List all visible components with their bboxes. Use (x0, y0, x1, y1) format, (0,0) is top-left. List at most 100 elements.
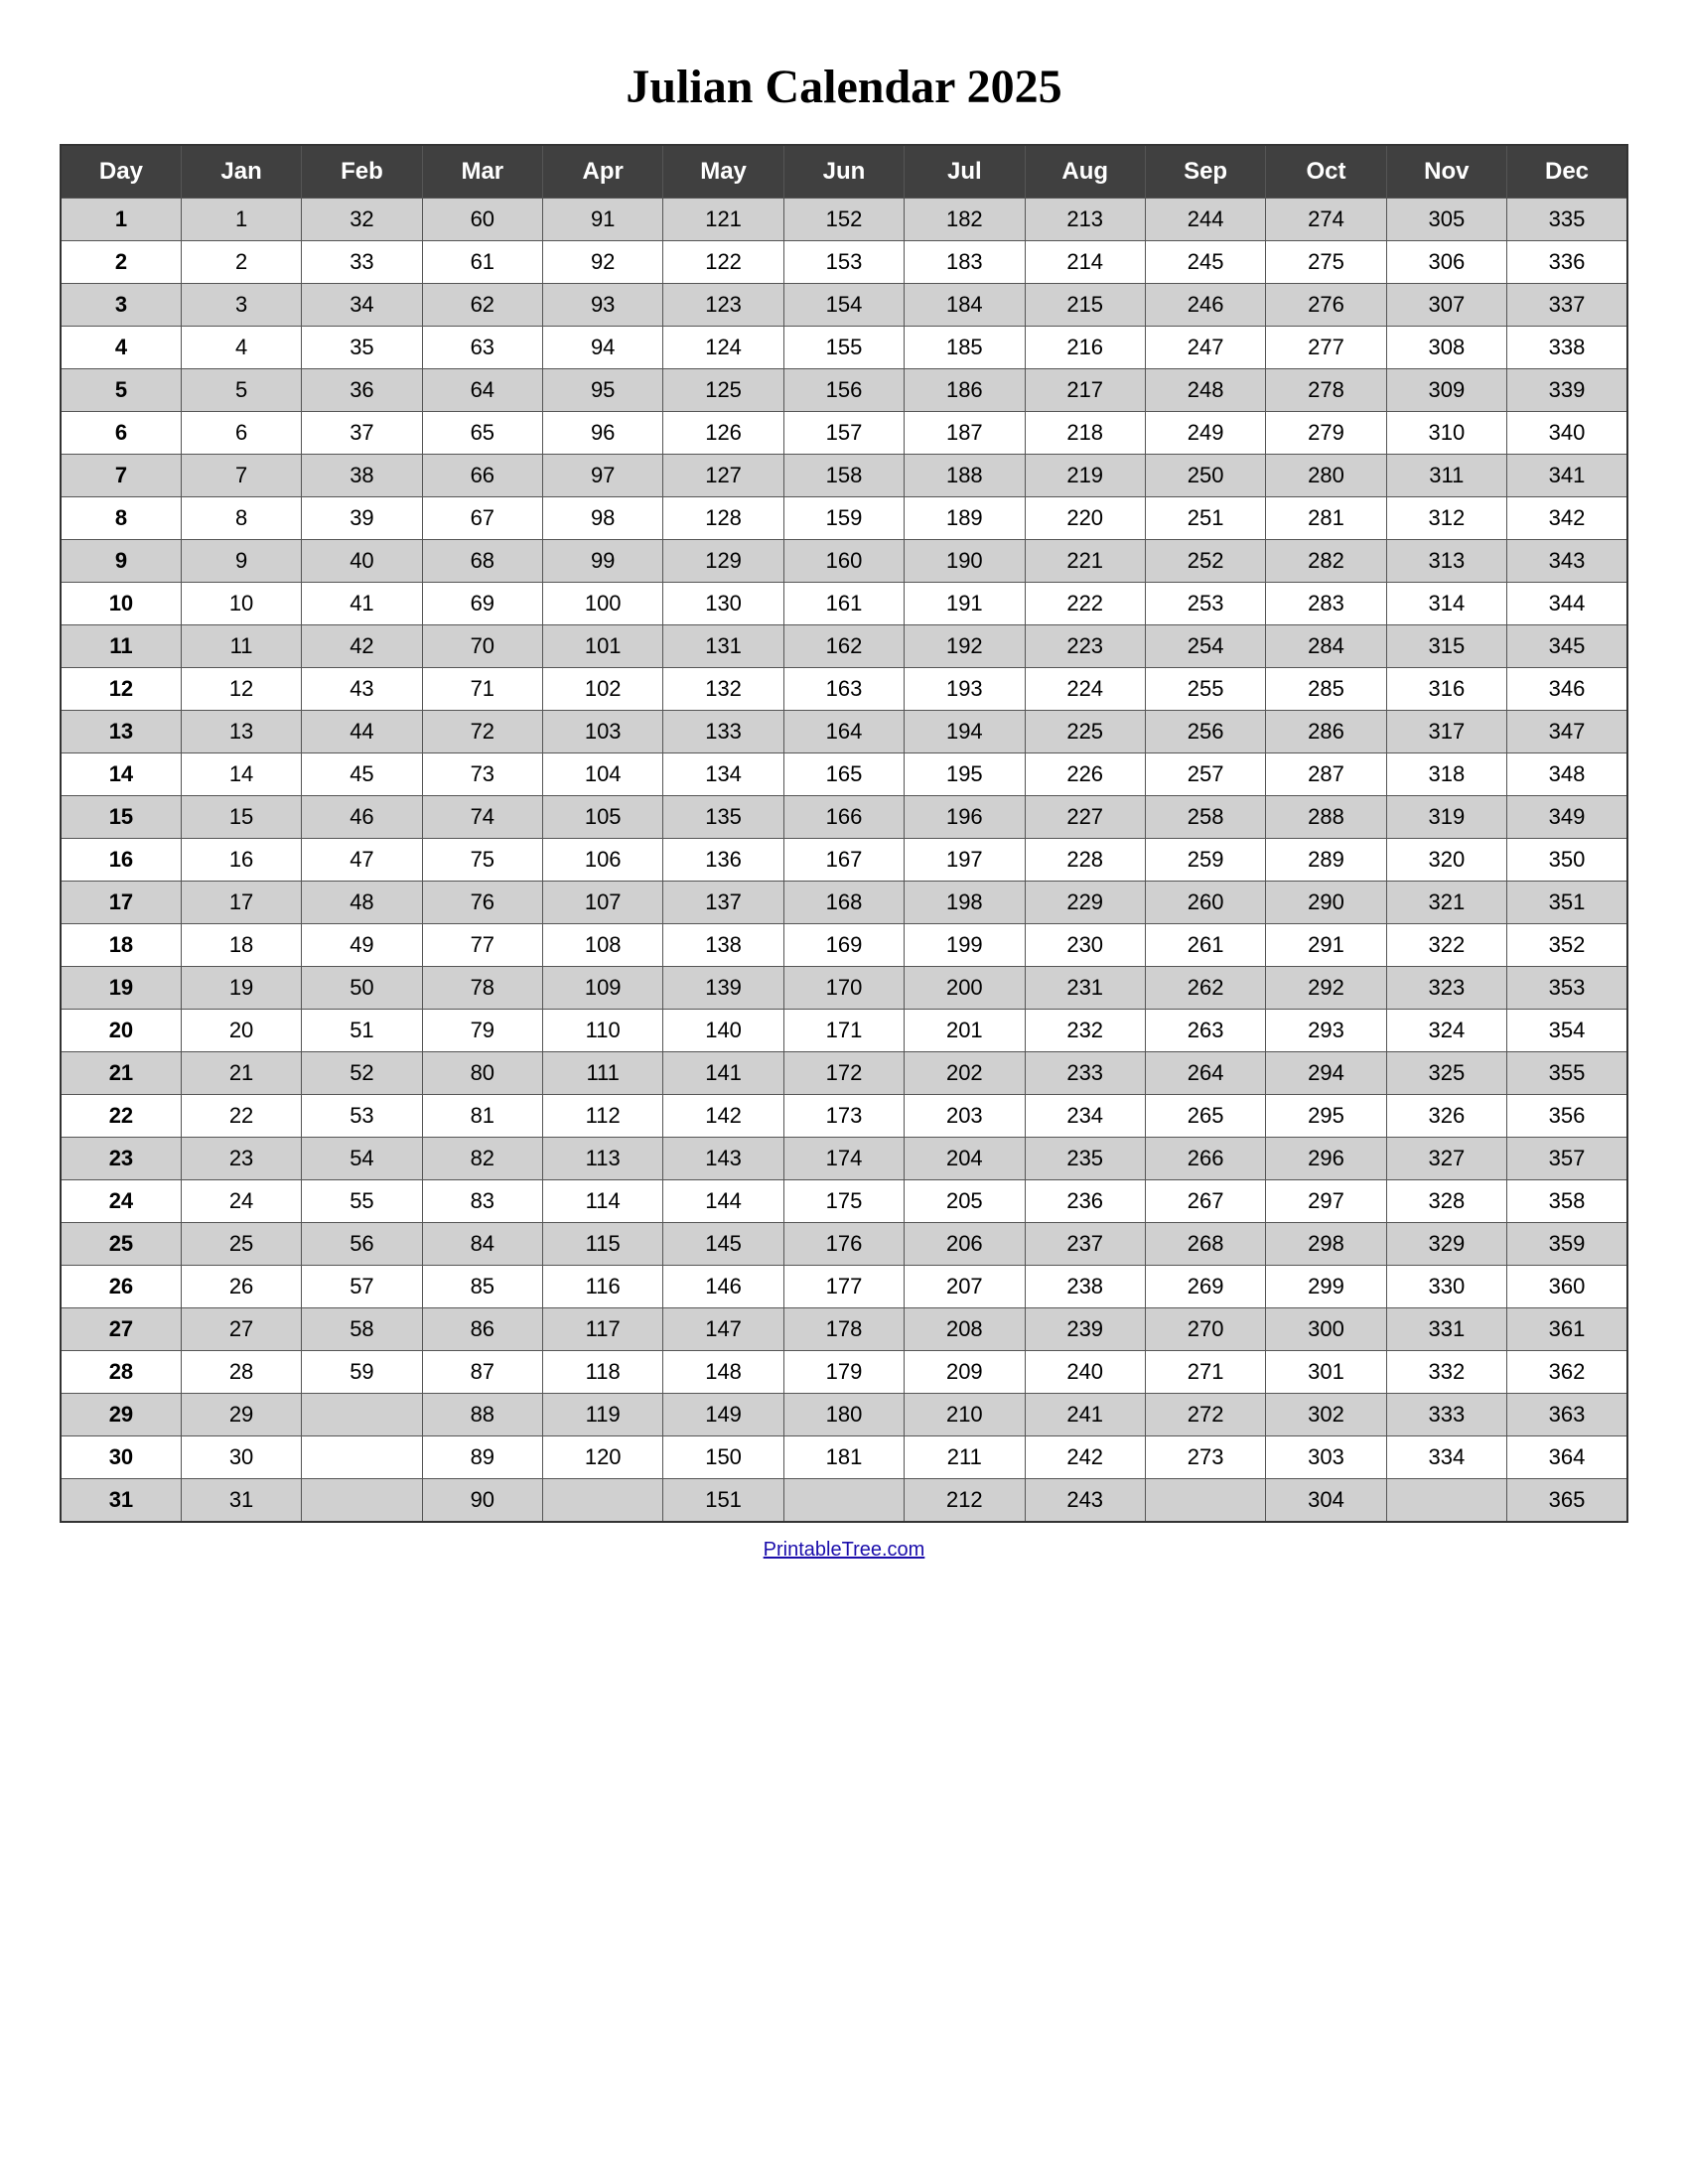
data-cell-sep: 258 (1145, 796, 1265, 839)
data-cell-dec: 344 (1507, 583, 1627, 625)
data-cell-oct: 289 (1266, 839, 1386, 882)
data-cell-jul: 209 (905, 1351, 1025, 1394)
data-cell-sep: 270 (1145, 1308, 1265, 1351)
data-cell-may: 135 (663, 796, 783, 839)
data-cell-feb: 55 (302, 1180, 422, 1223)
table-row: 24245583114144175205236267297328358 (61, 1180, 1627, 1223)
data-cell-apr (543, 1479, 663, 1523)
data-cell-oct: 302 (1266, 1394, 1386, 1436)
col-header-jun: Jun (783, 145, 904, 199)
footer-link[interactable]: PrintableTree.com (764, 1539, 925, 1562)
data-cell-dec: 347 (1507, 711, 1627, 753)
data-cell-feb: 59 (302, 1351, 422, 1394)
data-cell-aug: 228 (1025, 839, 1145, 882)
data-cell-jul: 185 (905, 327, 1025, 369)
table-row: 23235482113143174204235266296327357 (61, 1138, 1627, 1180)
data-cell-aug: 243 (1025, 1479, 1145, 1523)
data-cell-aug: 234 (1025, 1095, 1145, 1138)
data-cell-dec: 350 (1507, 839, 1627, 882)
table-row: 21215280111141172202233264294325355 (61, 1052, 1627, 1095)
data-cell-dec: 353 (1507, 967, 1627, 1010)
data-cell-jul: 197 (905, 839, 1025, 882)
table-row: 303089120150181211242273303334364 (61, 1436, 1627, 1479)
data-cell-oct: 291 (1266, 924, 1386, 967)
data-cell-mar: 69 (422, 583, 542, 625)
table-row: 11326091121152182213244274305335 (61, 199, 1627, 241)
data-cell-nov: 309 (1386, 369, 1506, 412)
data-cell-mar: 79 (422, 1010, 542, 1052)
data-cell-jun: 169 (783, 924, 904, 967)
data-cell-jan: 14 (181, 753, 301, 796)
data-cell-dec: 339 (1507, 369, 1627, 412)
data-cell-sep: 262 (1145, 967, 1265, 1010)
data-cell-jun: 156 (783, 369, 904, 412)
data-cell-dec: 363 (1507, 1394, 1627, 1436)
data-cell-jun: 178 (783, 1308, 904, 1351)
page-title: Julian Calendar 2025 (626, 60, 1061, 114)
data-cell-apr: 101 (543, 625, 663, 668)
data-cell-may: 143 (663, 1138, 783, 1180)
data-cell-feb (302, 1394, 422, 1436)
data-cell-sep: 250 (1145, 455, 1265, 497)
data-cell-jan: 4 (181, 327, 301, 369)
data-cell-oct: 279 (1266, 412, 1386, 455)
table-row: 66376596126157187218249279310340 (61, 412, 1627, 455)
data-cell-feb: 36 (302, 369, 422, 412)
data-cell-dec: 348 (1507, 753, 1627, 796)
day-cell: 15 (61, 796, 181, 839)
data-cell-oct: 280 (1266, 455, 1386, 497)
data-cell-may: 149 (663, 1394, 783, 1436)
data-cell-apr: 118 (543, 1351, 663, 1394)
data-cell-mar: 62 (422, 284, 542, 327)
day-cell: 30 (61, 1436, 181, 1479)
data-cell-dec: 338 (1507, 327, 1627, 369)
data-cell-sep: 261 (1145, 924, 1265, 967)
table-row: 13134472103133164194225256286317347 (61, 711, 1627, 753)
data-cell-aug: 216 (1025, 327, 1145, 369)
data-cell-oct: 290 (1266, 882, 1386, 924)
data-cell-nov: 311 (1386, 455, 1506, 497)
data-cell-feb: 44 (302, 711, 422, 753)
data-cell-jan: 10 (181, 583, 301, 625)
data-cell-nov: 313 (1386, 540, 1506, 583)
table-row: 313190151212243304365 (61, 1479, 1627, 1523)
data-cell-mar: 71 (422, 668, 542, 711)
data-cell-jan: 7 (181, 455, 301, 497)
data-cell-nov: 329 (1386, 1223, 1506, 1266)
data-cell-oct: 287 (1266, 753, 1386, 796)
day-cell: 5 (61, 369, 181, 412)
data-cell-oct: 300 (1266, 1308, 1386, 1351)
data-cell-may: 130 (663, 583, 783, 625)
data-cell-aug: 240 (1025, 1351, 1145, 1394)
data-cell-jun: 164 (783, 711, 904, 753)
data-cell-jan: 16 (181, 839, 301, 882)
data-cell-dec: 358 (1507, 1180, 1627, 1223)
data-cell-dec: 337 (1507, 284, 1627, 327)
data-cell-apr: 97 (543, 455, 663, 497)
day-cell: 31 (61, 1479, 181, 1523)
data-cell-dec: 357 (1507, 1138, 1627, 1180)
data-cell-nov: 328 (1386, 1180, 1506, 1223)
data-cell-mar: 64 (422, 369, 542, 412)
data-cell-oct: 277 (1266, 327, 1386, 369)
data-cell-jul: 204 (905, 1138, 1025, 1180)
table-row: 25255684115145176206237268298329359 (61, 1223, 1627, 1266)
day-cell: 16 (61, 839, 181, 882)
data-cell-aug: 224 (1025, 668, 1145, 711)
data-cell-jan: 11 (181, 625, 301, 668)
data-cell-jul: 205 (905, 1180, 1025, 1223)
data-cell-jun: 172 (783, 1052, 904, 1095)
data-cell-jan: 31 (181, 1479, 301, 1523)
data-cell-apr: 95 (543, 369, 663, 412)
data-cell-aug: 218 (1025, 412, 1145, 455)
data-cell-mar: 74 (422, 796, 542, 839)
data-cell-jan: 30 (181, 1436, 301, 1479)
data-cell-mar: 73 (422, 753, 542, 796)
table-row: 99406899129160190221252282313343 (61, 540, 1627, 583)
data-cell-mar: 82 (422, 1138, 542, 1180)
data-cell-feb: 47 (302, 839, 422, 882)
day-cell: 10 (61, 583, 181, 625)
data-cell-apr: 98 (543, 497, 663, 540)
data-cell-jun: 158 (783, 455, 904, 497)
col-header-dec: Dec (1507, 145, 1627, 199)
